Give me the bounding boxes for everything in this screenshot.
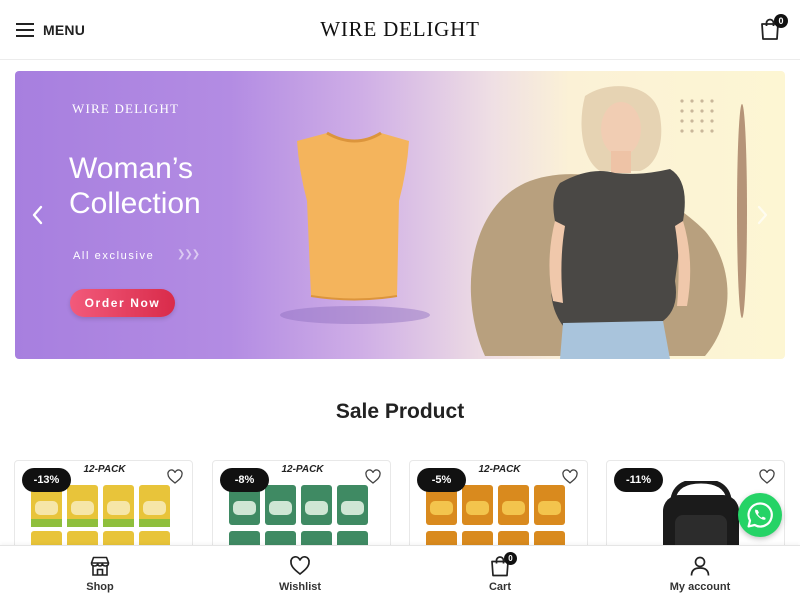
wishlist-button[interactable]: [562, 469, 578, 485]
discount-badge: -11%: [614, 468, 663, 492]
section-title: Sale Product: [335, 400, 465, 423]
slider-next-button[interactable]: [752, 201, 772, 229]
header-cart-count: 0: [774, 14, 788, 28]
nav-wishlist[interactable]: Wishlist: [200, 546, 400, 600]
discount-badge: -13%: [22, 468, 71, 492]
whatsapp-button[interactable]: [738, 493, 782, 537]
banner-title: Woman’s Collection: [69, 152, 201, 220]
nav-account[interactable]: My account: [600, 546, 800, 600]
order-now-button[interactable]: Order Now: [70, 289, 175, 317]
bottom-navigation: Shop Wishlist 0 Cart My account: [0, 545, 800, 600]
discount-badge: -5%: [417, 468, 466, 492]
banner-subtitle: All exclusive: [73, 250, 155, 262]
nav-cart-count: 0: [504, 552, 517, 565]
hero-banner[interactable]: WIRE DELIGHT Woman’s Collection All excl…: [15, 71, 785, 359]
wishlist-button[interactable]: [365, 469, 381, 485]
banner-brand: WIRE DELIGHT: [72, 101, 180, 116]
whatsapp-icon: [747, 502, 773, 528]
store-icon: [90, 556, 110, 576]
nav-shop-label: Shop: [86, 581, 114, 593]
chevron-left-icon: [32, 205, 43, 225]
heart-icon: [167, 469, 183, 484]
discount-badge: -8%: [220, 468, 269, 492]
site-header: MENU WIRE DELIGHT 0: [0, 0, 800, 60]
user-icon: [690, 556, 710, 576]
heart-icon: [562, 469, 578, 484]
nav-cart[interactable]: 0 Cart: [400, 546, 600, 600]
wishlist-button[interactable]: [759, 469, 775, 485]
site-logo[interactable]: WIRE DELIGHT: [0, 17, 800, 42]
nav-wishlist-label: Wishlist: [278, 581, 322, 593]
wishlist-button[interactable]: [167, 469, 183, 485]
header-cart-button[interactable]: 0: [760, 14, 788, 42]
nav-account-label: My account: [669, 581, 731, 593]
chevron-right-icon: [757, 205, 768, 225]
nav-shop[interactable]: Shop: [0, 546, 200, 600]
heart-icon: [759, 469, 775, 484]
banner-decoration: ❯❯❯: [177, 249, 200, 260]
heart-icon: [365, 469, 381, 484]
heart-icon: [290, 556, 310, 576]
slider-prev-button[interactable]: [28, 201, 48, 229]
nav-cart-label: Cart: [488, 581, 511, 593]
